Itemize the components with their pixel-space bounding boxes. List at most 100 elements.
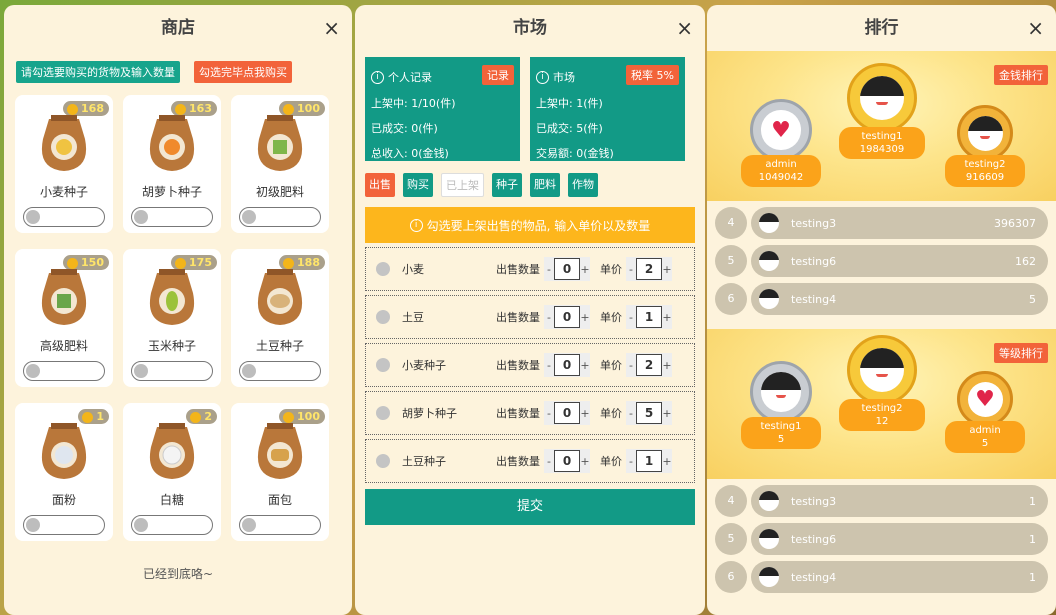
item-select-toggle[interactable] [131, 361, 213, 381]
podium-first: testing1 1984309 [839, 63, 925, 159]
item-name: 白糖 [159, 493, 184, 507]
item-select-radio[interactable] [376, 454, 390, 468]
shop-close-icon[interactable]: × [323, 5, 340, 51]
quantity-stepper[interactable]: -0 + [544, 305, 590, 329]
submit-button[interactable]: 提交 [365, 489, 695, 525]
shop-item-card[interactable]: 2 白糖 [123, 403, 221, 541]
tab-fertilizer[interactable]: 肥料 [530, 173, 560, 197]
minus-button[interactable]: - [544, 455, 554, 468]
plus-button[interactable]: + [662, 455, 672, 468]
shop-item-card[interactable]: 100 初级肥料 [231, 95, 329, 233]
sell-item-name: 小麦 [402, 263, 424, 276]
quantity-value[interactable]: 0 [554, 450, 580, 472]
podium-name: testing2 [964, 159, 1006, 170]
minus-button[interactable]: - [544, 407, 554, 420]
price-value[interactable]: 2 [636, 354, 662, 376]
price-stepper[interactable]: -2 + [626, 257, 672, 281]
minus-button[interactable]: - [626, 311, 636, 324]
price-value[interactable]: 5 [636, 402, 662, 424]
quantity-value[interactable]: 0 [554, 258, 580, 280]
tab-seeds[interactable]: 种子 [492, 173, 522, 197]
ranking-row: 6 testing4 5 [715, 283, 1048, 315]
tab-listed[interactable]: 已上架 [441, 173, 484, 197]
quantity-stepper[interactable]: -0 + [544, 449, 590, 473]
plus-button[interactable]: + [580, 455, 590, 468]
quantity-stepper[interactable]: -0 + [544, 257, 590, 281]
shop-item-card[interactable]: 188 土豆种子 [231, 249, 329, 387]
plus-button[interactable]: + [662, 263, 672, 276]
item-select-toggle[interactable] [239, 515, 321, 535]
tab-buy[interactable]: 购买 [403, 173, 433, 197]
item-select-toggle[interactable] [239, 361, 321, 381]
shop-item-card[interactable]: 100 面包 [231, 403, 329, 541]
quantity-value[interactable]: 0 [554, 402, 580, 424]
tab-sell[interactable]: 出售 [365, 173, 395, 197]
price-value[interactable]: 1 [636, 450, 662, 472]
plus-button[interactable]: + [580, 359, 590, 372]
item-select-radio[interactable] [376, 406, 390, 420]
level-ranking-tab[interactable]: 等级排行 [994, 343, 1048, 363]
price-stepper[interactable]: -5 + [626, 401, 672, 425]
shop-item-card[interactable]: 163 胡萝卜种子 [123, 95, 221, 233]
minus-button[interactable]: - [626, 359, 636, 372]
money-ranking-tab[interactable]: 金钱排行 [994, 65, 1048, 85]
bronze-medal-icon [957, 105, 1013, 161]
price-stepper[interactable]: -2 + [626, 353, 672, 377]
personal-title: 个人记录 [388, 71, 432, 84]
buy-button[interactable]: 勾选完毕点我购买 [194, 61, 292, 83]
fertilizer-bag-icon [41, 269, 87, 325]
shop-item-card[interactable]: 1 面粉 [15, 403, 113, 541]
unit-price-label: 单价 [600, 455, 622, 468]
silver-medal-icon [750, 361, 812, 423]
seed-bag-icon [149, 269, 195, 325]
quantity-value[interactable]: 0 [554, 354, 580, 376]
avatar [759, 213, 779, 233]
info-icon: i [371, 70, 384, 84]
quantity-stepper[interactable]: -0 + [544, 353, 590, 377]
ranking-close-icon[interactable]: × [1027, 5, 1044, 51]
plus-button[interactable]: + [580, 311, 590, 324]
item-select-toggle[interactable] [239, 207, 321, 227]
item-select-radio[interactable] [376, 310, 390, 324]
player-name: testing3 [791, 216, 837, 230]
minus-button[interactable]: - [544, 359, 554, 372]
sell-item-row: 小麦种子 出售数量 -0 + 单价 -2 + [365, 343, 695, 387]
minus-button[interactable]: - [626, 263, 636, 276]
bronze-medal-icon: ♥ [957, 371, 1013, 427]
plus-button[interactable]: + [580, 407, 590, 420]
gold-crown-medal-icon [847, 335, 917, 405]
plus-button[interactable]: + [662, 311, 672, 324]
minus-button[interactable]: - [626, 407, 636, 420]
plus-button[interactable]: + [662, 359, 672, 372]
price-stepper[interactable]: -1 + [626, 449, 672, 473]
minus-button[interactable]: - [544, 263, 554, 276]
shop-item-card[interactable]: 168 小麦种子 [15, 95, 113, 233]
plus-button[interactable]: + [662, 407, 672, 420]
item-select-radio[interactable] [376, 262, 390, 276]
price-value[interactable]: 1 [636, 306, 662, 328]
item-select-toggle[interactable] [131, 207, 213, 227]
item-select-toggle[interactable] [23, 361, 105, 381]
item-select-toggle[interactable] [23, 207, 105, 227]
plus-button[interactable]: + [580, 263, 590, 276]
price-value[interactable]: 2 [636, 258, 662, 280]
item-select-toggle[interactable] [131, 515, 213, 535]
quantity-stepper[interactable]: -0 + [544, 401, 590, 425]
item-select-radio[interactable] [376, 358, 390, 372]
quantity-value[interactable]: 0 [554, 306, 580, 328]
market-close-icon[interactable]: × [676, 5, 693, 51]
shop-item-grid: 168 小麦种子 163 胡萝卜种子 100 初级肥料 150 高级肥料 175… [4, 83, 352, 541]
minus-button[interactable]: - [544, 311, 554, 324]
item-name: 高级肥料 [39, 339, 88, 353]
shop-item-card[interactable]: 175 玉米种子 [123, 249, 221, 387]
shop-item-card[interactable]: 150 高级肥料 [15, 249, 113, 387]
player-name: testing4 [791, 292, 837, 306]
minus-button[interactable]: - [626, 455, 636, 468]
market-box-title: 市场 [553, 71, 575, 84]
ranking-row: 6 testing4 1 [715, 561, 1048, 593]
quantity-label: 出售数量 [496, 263, 540, 276]
tab-crops[interactable]: 作物 [568, 173, 598, 197]
price-stepper[interactable]: -1 + [626, 305, 672, 329]
item-select-toggle[interactable] [23, 515, 105, 535]
record-button[interactable]: 记录 [482, 65, 514, 85]
